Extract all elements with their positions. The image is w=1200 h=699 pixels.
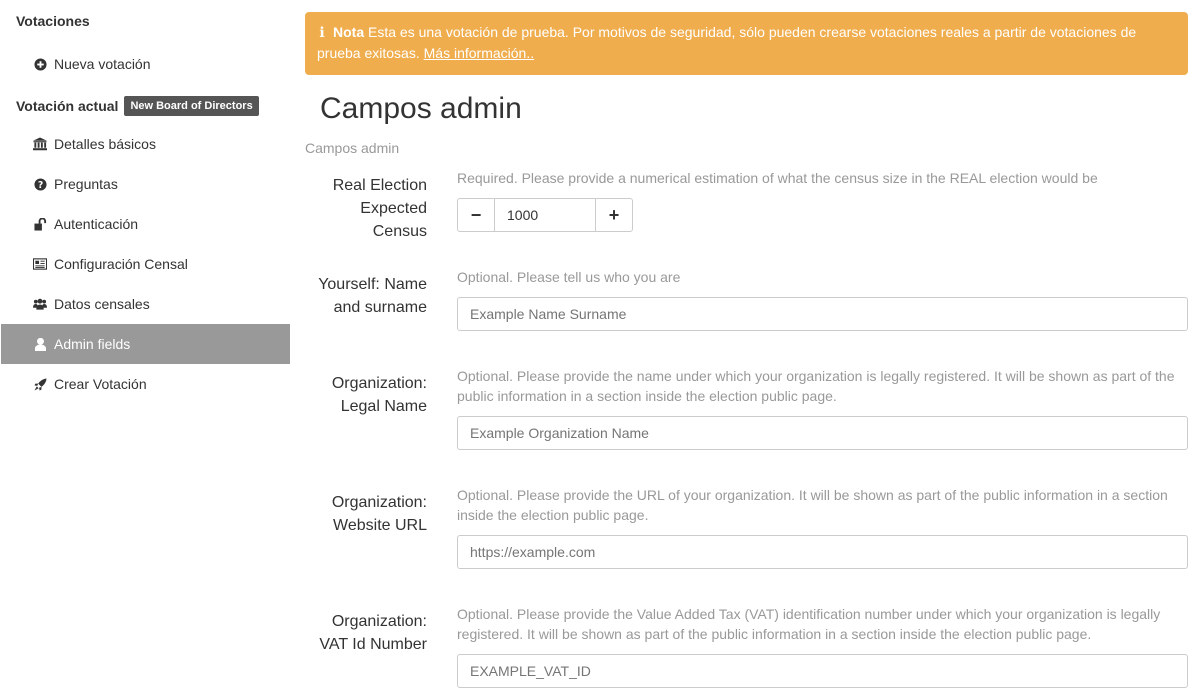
org-vat-help: Optional. Please provide the Value Added… bbox=[457, 606, 1161, 642]
census-help: Required. Please provide a numerical est… bbox=[457, 170, 1098, 186]
rocket-icon bbox=[33, 377, 47, 391]
user-icon bbox=[33, 337, 47, 351]
sidebar-item-label: Configuración Censal bbox=[54, 256, 188, 272]
unlock-icon bbox=[33, 217, 47, 231]
sidebar-item-label: Admin fields bbox=[54, 336, 131, 352]
newspaper-icon bbox=[33, 257, 47, 271]
sidebar-heading-votaciones: Votaciones bbox=[16, 13, 90, 29]
census-label: Real Election Expected Census bbox=[332, 177, 427, 240]
org-name-input[interactable] bbox=[457, 416, 1188, 450]
org-vat-input[interactable] bbox=[457, 654, 1188, 688]
sidebar-item-label: Autenticación bbox=[54, 216, 139, 232]
org-name-label: Organization: Legal Name bbox=[331, 375, 427, 415]
sidebar-item-detalles-basicos[interactable]: Detalles básicos bbox=[1, 124, 290, 164]
sidebar-item-crear-votacion[interactable]: Crear Votación bbox=[1, 364, 290, 404]
decrement-button[interactable]: − bbox=[457, 198, 495, 232]
sidebar-item-label: Preguntas bbox=[54, 176, 118, 192]
sidebar-item-admin-fields[interactable]: Admin fields bbox=[1, 324, 290, 364]
question-circle-icon: ? bbox=[33, 177, 47, 191]
org-vat-label: Organization: VAT Id Number bbox=[319, 613, 427, 653]
notice-bold: Nota bbox=[333, 24, 365, 40]
org-url-label: Organization: Website URL bbox=[331, 494, 427, 534]
sidebar-item-label: Crear Votación bbox=[54, 376, 147, 392]
org-url-help: Optional. Please provide the URL of your… bbox=[457, 487, 1168, 523]
info-icon: ℹ bbox=[319, 24, 325, 40]
name-input[interactable] bbox=[457, 297, 1188, 331]
sidebar-item-label: Nueva votación bbox=[54, 56, 151, 72]
org-url-input[interactable] bbox=[457, 535, 1188, 569]
test-election-notice: ℹ Nota Esta es una votación de prueba. Po… bbox=[305, 12, 1188, 75]
sidebar-item-label: Datos censales bbox=[54, 296, 150, 312]
sidebar-heading-label: Votación actual bbox=[16, 98, 119, 114]
plus-circle-icon bbox=[33, 57, 47, 71]
sidebar-item-datos-censales[interactable]: Datos censales bbox=[1, 284, 290, 324]
more-info-link[interactable]: Más información.. bbox=[424, 45, 534, 61]
sidebar-item-label: Detalles básicos bbox=[54, 136, 156, 152]
bank-icon bbox=[33, 137, 47, 151]
users-icon bbox=[33, 297, 47, 311]
sidebar-item-preguntas[interactable]: ? Preguntas bbox=[1, 164, 290, 204]
sidebar-item-nueva-votacion[interactable]: Nueva votación bbox=[1, 44, 290, 84]
increment-button[interactable]: + bbox=[595, 198, 633, 232]
svg-text:?: ? bbox=[37, 180, 42, 191]
section-label: Campos admin bbox=[305, 140, 400, 156]
page-title: Campos admin bbox=[320, 92, 522, 125]
sidebar-item-configuracion-censal[interactable]: Configuración Censal bbox=[1, 244, 290, 284]
name-label: Yourself: Name and surname bbox=[318, 276, 427, 316]
census-input[interactable] bbox=[495, 198, 595, 232]
sidebar-item-autenticacion[interactable]: Autenticación bbox=[1, 204, 290, 244]
org-name-help: Optional. Please provide the name under … bbox=[457, 368, 1175, 404]
current-election-badge: New Board of Directors bbox=[124, 96, 259, 116]
name-help: Optional. Please tell us who you are bbox=[457, 269, 681, 285]
sidebar-heading-votacion-actual: Votación actual New Board of Directors bbox=[16, 96, 259, 116]
census-stepper: − + bbox=[457, 198, 633, 232]
sidebar: Votaciones Nueva votación Votación actua… bbox=[0, 0, 290, 699]
